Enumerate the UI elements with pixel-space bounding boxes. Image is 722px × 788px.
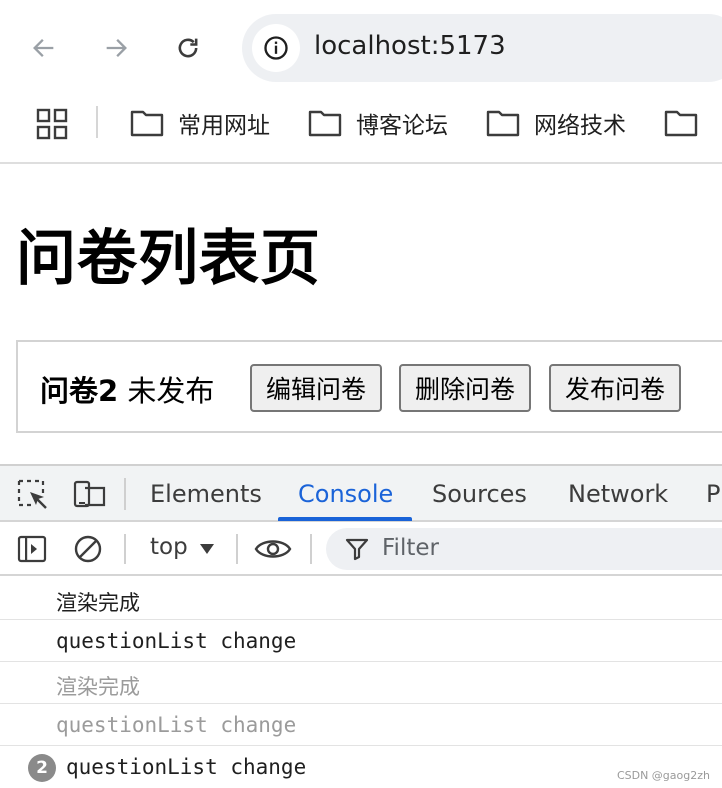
tab-console[interactable]: Console — [298, 480, 393, 508]
filter-funnel-icon — [345, 538, 369, 561]
console-message[interactable]: questionList change — [0, 704, 722, 746]
address-bar[interactable]: localhost:5173 — [242, 14, 722, 82]
question-heading: 问卷2 未发布 — [40, 368, 214, 410]
page-title: 问卷列表页 — [16, 224, 321, 294]
apps-grid-icon[interactable] — [36, 108, 68, 140]
question-status: 未发布 — [127, 374, 215, 408]
toolbar-separator — [124, 534, 126, 564]
reload-icon[interactable] — [168, 28, 208, 68]
dropdown-caret-icon — [199, 543, 214, 554]
question-card: 问卷2 未发布 编辑问卷 删除问卷 发布问卷 — [16, 340, 722, 433]
chrome-divider — [0, 162, 722, 164]
bookmark-folder[interactable] — [664, 106, 712, 140]
browser-toolbar: localhost:5173 — [0, 0, 722, 96]
folder-icon — [130, 110, 164, 137]
filter-input[interactable]: Filter — [326, 528, 722, 570]
console-message[interactable]: 2 questionList change — [0, 746, 722, 788]
back-arrow-icon[interactable] — [24, 28, 64, 68]
filter-placeholder: Filter — [382, 535, 439, 561]
folder-icon — [486, 110, 520, 137]
site-info-icon[interactable] — [252, 24, 300, 72]
context-selector[interactable]: top — [150, 534, 214, 560]
devtools-tabbar: Elements Console Sources Network P — [0, 466, 722, 522]
console-message-text: 渲染完成 — [56, 591, 140, 615]
bookmark-label: 博客论坛 — [356, 113, 448, 139]
publish-question-button[interactable]: 发布问卷 — [549, 364, 682, 412]
active-tab-indicator — [278, 517, 412, 521]
context-label: top — [150, 534, 188, 560]
delete-question-button[interactable]: 删除问卷 — [399, 364, 532, 412]
console-toolbar: top Filter — [0, 522, 722, 576]
folder-icon — [308, 110, 342, 137]
bookmark-folder[interactable]: 常用网址 — [130, 106, 270, 140]
eye-icon[interactable] — [254, 533, 292, 565]
console-message[interactable]: 渲染完成 — [0, 662, 722, 704]
bookmark-folder[interactable]: 网络技术 — [486, 106, 626, 140]
sidebar-toggle-icon[interactable] — [16, 533, 48, 565]
clear-console-icon[interactable] — [72, 533, 104, 565]
tabbar-separator — [124, 478, 126, 510]
console-messages: 渲染完成 questionList change 渲染完成 questionLi… — [0, 578, 722, 788]
inspect-element-icon[interactable] — [16, 478, 50, 512]
edit-question-button[interactable]: 编辑问卷 — [250, 364, 383, 412]
bookmark-label: 网络技术 — [534, 113, 626, 139]
watermark-text: CSDN @gaog2zh — [616, 769, 710, 782]
device-toggle-icon[interactable] — [72, 478, 106, 512]
console-message-text: questionList change — [56, 629, 297, 653]
bookmark-folder[interactable]: 博客论坛 — [308, 106, 448, 140]
tab-overflow[interactable]: P — [706, 480, 720, 508]
console-message-text: questionList change — [56, 713, 297, 737]
toolbar-separator — [310, 534, 312, 564]
tab-elements[interactable]: Elements — [150, 480, 262, 508]
devtools-panel: Elements Console Sources Network P top F… — [0, 464, 722, 788]
url-text[interactable]: localhost:5173 — [314, 31, 506, 61]
console-message[interactable]: questionList change — [0, 620, 722, 662]
repeat-count-badge: 2 — [28, 754, 56, 782]
toolbar-separator — [236, 534, 238, 564]
tab-network[interactable]: Network — [568, 480, 668, 508]
tab-sources[interactable]: Sources — [432, 480, 527, 508]
folder-icon — [664, 110, 698, 137]
bookmarks-bar: 常用网址 博客论坛 网络技术 — [0, 96, 722, 154]
question-name: 问卷2 — [40, 374, 119, 408]
console-message-text: questionList change — [66, 755, 307, 779]
bookmarks-divider — [96, 106, 98, 138]
forward-arrow-icon[interactable] — [96, 28, 136, 68]
console-message[interactable]: 渲染完成 — [0, 578, 722, 620]
console-message-text: 渲染完成 — [56, 675, 140, 699]
bookmark-label: 常用网址 — [178, 113, 270, 139]
